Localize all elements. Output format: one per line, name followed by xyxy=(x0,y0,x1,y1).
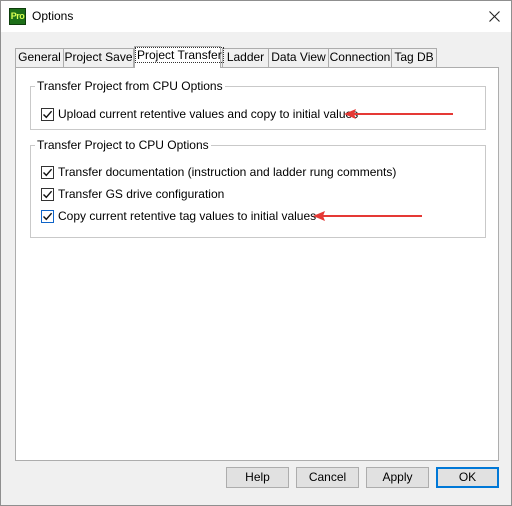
title-bar: Pro Options xyxy=(1,1,511,32)
checkmark-icon xyxy=(43,168,53,176)
checkbox-transfer-gs-drive[interactable] xyxy=(41,187,54,201)
close-button[interactable] xyxy=(477,1,511,32)
annotation-arrow-2 xyxy=(313,211,422,221)
tab-data-view[interactable]: Data View xyxy=(268,48,329,67)
tab-panel-project-transfer: Transfer Project from CPU Options Upload… xyxy=(15,67,499,461)
ok-button[interactable]: OK xyxy=(436,467,499,488)
group-title-to-cpu: Transfer Project to CPU Options xyxy=(35,138,211,152)
tab-project-save[interactable]: Project Save xyxy=(63,48,134,67)
checkbox-row-transfer-documentation[interactable]: Transfer documentation (instruction and … xyxy=(41,164,396,180)
checkbox-copy-retentive-tags[interactable] xyxy=(41,209,54,223)
checkbox-transfer-documentation[interactable] xyxy=(41,165,54,179)
checkbox-row-transfer-gs-drive[interactable]: Transfer GS drive configuration xyxy=(41,186,224,202)
checkbox-label-transfer-gs-drive: Transfer GS drive configuration xyxy=(58,187,225,201)
tab-general[interactable]: General xyxy=(15,48,64,67)
apply-button[interactable]: Apply xyxy=(366,467,429,488)
checkmark-icon xyxy=(43,190,53,198)
tab-project-transfer[interactable]: Project Transfer xyxy=(134,46,224,68)
checkmark-icon xyxy=(43,110,53,118)
tab-tag-db[interactable]: Tag DB xyxy=(391,48,437,67)
app-logo-icon: Pro xyxy=(9,8,26,25)
cancel-button[interactable]: Cancel xyxy=(296,467,359,488)
group-title-from-cpu: Transfer Project from CPU Options xyxy=(35,79,225,93)
checkbox-label-copy-retentive-tags: Copy current retentive tag values to ini… xyxy=(58,209,317,223)
tab-connection[interactable]: Connection xyxy=(328,48,392,67)
checkbox-label-upload-retentive: Upload current retentive values and copy… xyxy=(58,107,359,121)
checkbox-row-upload-retentive[interactable]: Upload current retentive values and copy… xyxy=(41,106,358,122)
checkbox-upload-retentive[interactable] xyxy=(41,107,54,121)
checkbox-label-transfer-documentation: Transfer documentation (instruction and … xyxy=(58,165,397,179)
annotation-arrow-1 xyxy=(344,109,453,119)
window-title: Options xyxy=(32,9,74,23)
group-transfer-to-cpu: Transfer Project to CPU Options Transfer… xyxy=(30,138,486,238)
help-button[interactable]: Help xyxy=(226,467,289,488)
checkbox-row-copy-retentive-tags[interactable]: Copy current retentive tag values to ini… xyxy=(41,208,316,224)
options-dialog: Pro Options General Project Save Project… xyxy=(0,0,512,506)
checkmark-icon xyxy=(43,212,53,220)
tab-ladder[interactable]: Ladder xyxy=(222,48,269,67)
close-icon xyxy=(488,11,500,22)
